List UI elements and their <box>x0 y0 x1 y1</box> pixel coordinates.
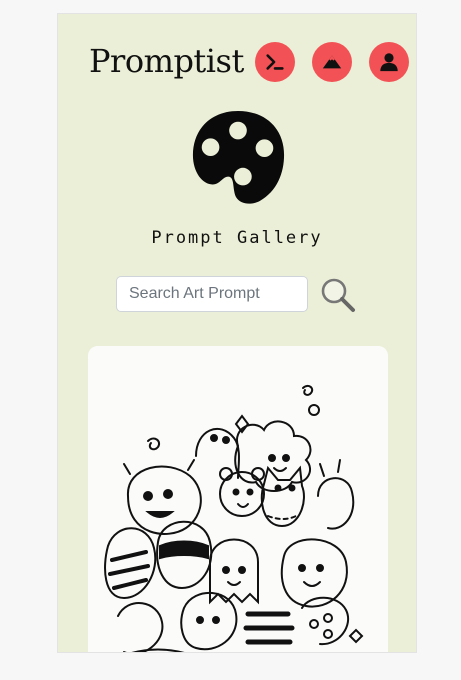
brand-title[interactable]: Promptist <box>89 42 244 80</box>
doodle-image <box>88 346 388 652</box>
profile-button[interactable] <box>369 42 409 82</box>
terminal-button[interactable] <box>255 42 295 82</box>
user-icon <box>380 53 398 72</box>
mountain-icon <box>322 55 342 69</box>
search-input[interactable] <box>116 276 308 312</box>
palette-icon <box>192 110 285 204</box>
page-title: Prompt Gallery <box>151 228 323 248</box>
search-button[interactable] <box>320 277 356 313</box>
app-frame: Promptist Prompt Gallery <box>57 13 417 653</box>
gallery-card[interactable] <box>88 346 388 652</box>
gallery-button[interactable] <box>312 42 352 82</box>
terminal-icon <box>266 54 284 70</box>
magnifier-icon <box>321 278 355 312</box>
